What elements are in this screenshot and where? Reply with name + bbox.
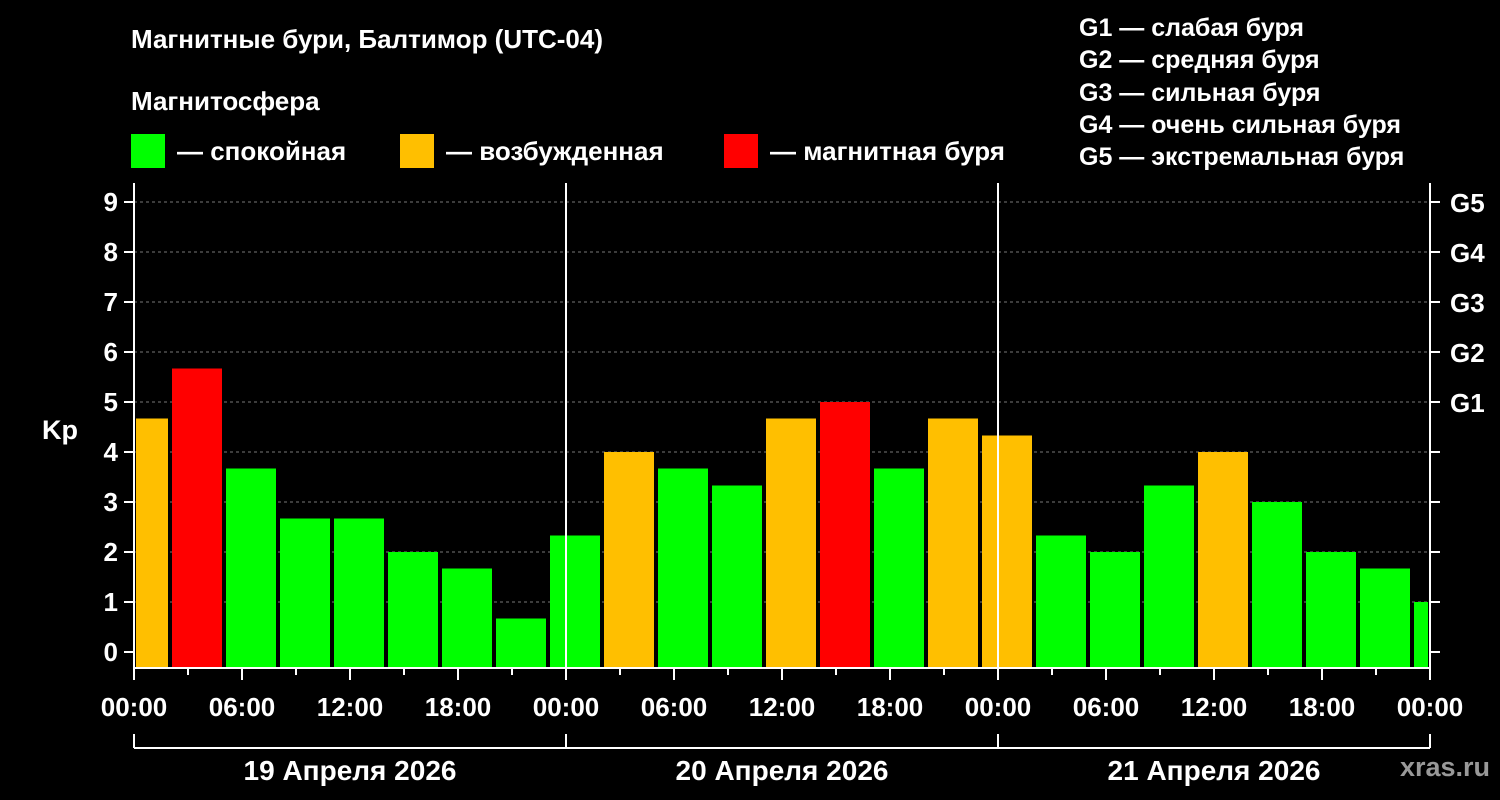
x-tick-label: 12:00 bbox=[317, 692, 384, 722]
bar bbox=[334, 518, 384, 668]
bar bbox=[442, 568, 492, 668]
y-tick-label: 1 bbox=[104, 587, 118, 617]
bar bbox=[172, 368, 222, 668]
bar bbox=[1252, 502, 1302, 668]
bar bbox=[1144, 485, 1194, 668]
chart-title: Магнитные бури, Балтимор (UTC-04) bbox=[131, 24, 604, 54]
y-tick-label: 8 bbox=[104, 237, 118, 267]
bar bbox=[226, 468, 276, 668]
x-tick-label: 12:00 bbox=[749, 692, 816, 722]
storm-scale-g1: G1 — слабая буря bbox=[1079, 14, 1305, 42]
bar bbox=[766, 418, 816, 668]
bar bbox=[712, 485, 762, 668]
x-tick-label: 12:00 bbox=[1181, 692, 1248, 722]
legend-item-storm: — магнитная буря bbox=[724, 134, 1005, 168]
y-tick-label: 0 bbox=[104, 637, 118, 667]
x-tick-label: 18:00 bbox=[425, 692, 492, 722]
y-tick-label: 9 bbox=[104, 187, 118, 217]
g-level-label: G3 bbox=[1450, 288, 1485, 318]
x-tick-label: 00:00 bbox=[1397, 692, 1464, 722]
bar bbox=[820, 402, 870, 668]
x-tick-label: 06:00 bbox=[1073, 692, 1140, 722]
legend-swatch-active bbox=[400, 134, 434, 168]
g-level-label: G1 bbox=[1450, 388, 1485, 418]
storm-scale-g5: G5 — экстремальная буря bbox=[1079, 143, 1405, 172]
day-label: 20 Апреля 2026 bbox=[676, 755, 889, 786]
bar bbox=[928, 418, 978, 668]
x-tick-label: 00:00 bbox=[965, 692, 1032, 722]
g-level-label: G2 bbox=[1450, 338, 1485, 368]
storm-scale-g4: G4 — очень сильная буря bbox=[1079, 110, 1401, 139]
x-tick-label: 00:00 bbox=[101, 692, 168, 722]
legend-label-quiet: — спокойная bbox=[177, 135, 347, 166]
x-tick-label: 18:00 bbox=[857, 692, 924, 722]
y-tick-label: 7 bbox=[104, 287, 118, 317]
bar bbox=[1360, 568, 1410, 668]
bar bbox=[136, 418, 168, 668]
bar bbox=[874, 468, 924, 668]
bar bbox=[1090, 552, 1140, 668]
legend-label-active: — возбужденная bbox=[446, 135, 664, 166]
watermark: xras.ru bbox=[1399, 752, 1490, 782]
bar bbox=[604, 452, 654, 668]
bar bbox=[496, 618, 546, 668]
legend-label-storm: — магнитная буря bbox=[770, 135, 1005, 166]
y-tick-label: 3 bbox=[104, 487, 118, 517]
legend-title: Магнитосфера bbox=[131, 86, 320, 116]
storm-scale-legend: G1 — слабая буря G2 — средняя буря G3 — … bbox=[1079, 12, 1404, 173]
bars bbox=[136, 368, 1428, 668]
x-tick-label: 00:00 bbox=[533, 692, 600, 722]
x-tick-label: 06:00 bbox=[209, 692, 276, 722]
bar bbox=[550, 535, 600, 668]
day-label: 19 Апреля 2026 bbox=[244, 755, 457, 786]
y-tick-label: 6 bbox=[104, 337, 118, 367]
y-tick-label: 2 bbox=[104, 537, 118, 567]
bar bbox=[280, 518, 330, 668]
bar bbox=[1198, 452, 1248, 668]
legend-swatch-storm bbox=[724, 134, 758, 168]
g-level-label: G4 bbox=[1450, 238, 1485, 268]
bar bbox=[658, 468, 708, 668]
g-level-label: G5 bbox=[1450, 188, 1485, 218]
day-label: 21 Апреля 2026 bbox=[1108, 755, 1321, 786]
bar bbox=[1306, 552, 1356, 668]
legend-item-quiet: — спокойная bbox=[131, 134, 346, 168]
y-tick-label: 5 bbox=[104, 387, 118, 417]
bar bbox=[1036, 535, 1086, 668]
storm-scale-g2: G2 — средняя буря bbox=[1079, 46, 1320, 75]
x-tick-label: 06:00 bbox=[641, 692, 708, 722]
legend-item-active: — возбужденная bbox=[400, 134, 664, 168]
bar bbox=[388, 552, 438, 668]
y-axis-label: Kp bbox=[42, 415, 78, 445]
x-tick-label: 18:00 bbox=[1289, 692, 1356, 722]
y-tick-label: 4 bbox=[104, 437, 119, 467]
bar bbox=[1414, 602, 1428, 668]
storm-scale-g3: G3 — сильная буря bbox=[1079, 78, 1321, 107]
legend-swatch-quiet bbox=[131, 134, 165, 168]
bar bbox=[982, 435, 1032, 668]
